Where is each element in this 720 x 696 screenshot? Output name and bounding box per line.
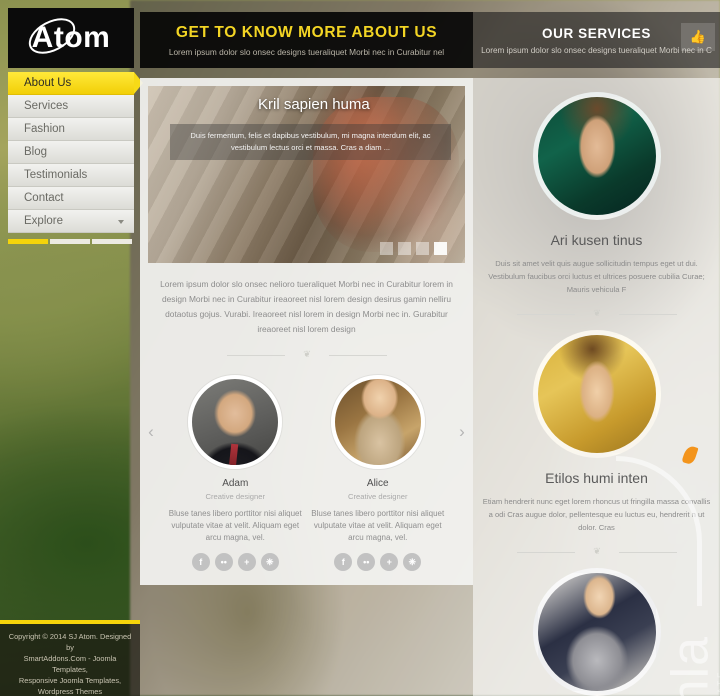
member-description: Bluse tanes libero porttitor nisi alique… bbox=[168, 509, 302, 542]
service-image bbox=[532, 92, 661, 220]
avatar bbox=[330, 375, 425, 469]
service-title: Etilos humi inten bbox=[545, 470, 648, 486]
sidebar-item-blog[interactable]: Blog bbox=[8, 141, 134, 164]
page-root: Atom About Us Services Fashion Blog Test… bbox=[0, 0, 720, 696]
copyright-line-1: Copyright © 2014 SJ Atom. Designed by bbox=[8, 632, 132, 652]
services-subtitle: Lorem ipsum dolor slo onsec designs tuer… bbox=[481, 45, 712, 55]
footer: Copyright © 2014 SJ Atom. Designed by Sm… bbox=[0, 620, 140, 696]
menu-label: Testimonials bbox=[24, 169, 88, 181]
copyright-line-4[interactable]: Wordpress Themes bbox=[6, 686, 134, 696]
about-us-header: GET TO KNOW MORE ABOUT US Lorem ipsum do… bbox=[140, 12, 473, 68]
team-member-card: Adam Creative designer Bluse tanes liber… bbox=[166, 375, 304, 571]
about-us-panel: GET TO KNOW MORE ABOUT US Lorem ipsum do… bbox=[140, 12, 473, 585]
services-body: Ari kusen tinus Duis sit amet velit quis… bbox=[473, 78, 720, 696]
section-divider: ❦ bbox=[226, 349, 387, 361]
menu-label: About Us bbox=[24, 77, 72, 89]
logo[interactable]: Atom bbox=[8, 8, 134, 68]
intro-paragraph: Lorem ipsum dolor slo onsec nelioro tuer… bbox=[160, 279, 453, 334]
service-image bbox=[532, 330, 661, 458]
page-title: GET TO KNOW MORE ABOUT US bbox=[175, 23, 438, 41]
service-image bbox=[532, 568, 661, 696]
facebook-icon[interactable]: f bbox=[334, 553, 353, 571]
hero-slider[interactable]: Kril sapien huma Duis fermentum, felis e… bbox=[148, 86, 465, 263]
service-card: Ari kusen tinus Duis sit amet velit quis… bbox=[479, 92, 714, 320]
section-divider: ❦ bbox=[516, 308, 677, 320]
slide-title: Kril sapien huma bbox=[258, 96, 370, 113]
copyright-line-2[interactable]: SmartAddons.Com - Joomla Templates, bbox=[6, 653, 134, 675]
member-name: Alice bbox=[366, 478, 389, 489]
sidebar-item-fashion[interactable]: Fashion bbox=[8, 118, 134, 141]
slider-pagination bbox=[380, 242, 447, 255]
services-panel: OUR SERVICES Lorem ipsum dolor slo onsec… bbox=[473, 12, 720, 696]
sidebar-item-contact[interactable]: Contact bbox=[8, 187, 134, 210]
slider-dot-3[interactable] bbox=[416, 242, 429, 255]
team-carousel: ‹ Adam Creative designer Bluse tanes lib… bbox=[148, 375, 465, 571]
main-menu: About Us Services Fashion Blog Testimoni… bbox=[8, 72, 143, 233]
menu-label: Explore bbox=[24, 215, 63, 227]
twitter-icon[interactable]: ❈ bbox=[260, 553, 279, 571]
slider-dot-4[interactable] bbox=[434, 242, 447, 255]
page-subtitle: Lorem ipsum dolor slo onsec designs tuer… bbox=[168, 46, 445, 57]
accent-bar-yellow bbox=[8, 239, 48, 244]
service-title: Ari kusen tinus bbox=[550, 232, 643, 248]
flickr-icon[interactable]: •• bbox=[357, 553, 376, 571]
slider-dot-2[interactable] bbox=[398, 242, 411, 255]
sidebar-item-services[interactable]: Services bbox=[8, 95, 134, 118]
section-divider: ❦ bbox=[516, 546, 677, 558]
sidebar: Atom About Us Services Fashion Blog Test… bbox=[0, 0, 143, 696]
sidebar-item-about-us[interactable]: About Us bbox=[8, 72, 143, 95]
menu-accent-bars bbox=[8, 239, 134, 244]
service-card: Etilos humi inten Etiam hendrerit nunc e… bbox=[479, 330, 714, 558]
accent-bar-light-2 bbox=[92, 239, 132, 244]
flickr-icon[interactable]: •• bbox=[214, 553, 233, 571]
slider-dot-1[interactable] bbox=[380, 242, 393, 255]
service-card: Fauti cibus mokin bbox=[479, 568, 714, 696]
member-social-list: f •• + ❈ bbox=[166, 553, 304, 571]
thumbs-up-icon[interactable]: 👍 bbox=[681, 23, 715, 51]
carousel-prev-arrow[interactable]: ‹ bbox=[144, 421, 158, 443]
services-title: OUR SERVICES bbox=[542, 25, 651, 41]
menu-label: Contact bbox=[24, 192, 64, 204]
slide-description: Duis fermentum, felis et dapibus vestibu… bbox=[170, 124, 451, 160]
member-name: Adam bbox=[222, 478, 249, 489]
accent-bar-light-1 bbox=[50, 239, 90, 244]
twitter-icon[interactable]: ❈ bbox=[403, 553, 422, 571]
member-social-list: f •• + ❈ bbox=[309, 553, 447, 571]
team-member-card: Alice Creative designer Bluse tanes libe… bbox=[309, 375, 447, 571]
google-plus-icon[interactable]: + bbox=[237, 553, 256, 571]
copyright-line-3[interactable]: Responsive Joomla Templates, bbox=[6, 675, 134, 686]
menu-label: Fashion bbox=[24, 123, 65, 135]
member-role: Creative designer bbox=[347, 492, 408, 501]
member-description: Bluse tanes libero porttitor nisi alique… bbox=[311, 509, 445, 542]
sidebar-item-testimonials[interactable]: Testimonials bbox=[8, 164, 134, 187]
carousel-next-arrow[interactable]: › bbox=[455, 421, 469, 443]
service-description: Etiam hendrerit nunc eget lorem rhoncus … bbox=[482, 497, 711, 532]
menu-label: Blog bbox=[24, 146, 48, 158]
chevron-down-icon bbox=[118, 220, 124, 224]
google-plus-icon[interactable]: + bbox=[380, 553, 399, 571]
facebook-icon[interactable]: f bbox=[191, 553, 210, 571]
avatar bbox=[188, 375, 283, 469]
logo-text: Atom bbox=[31, 21, 111, 54]
sidebar-item-explore[interactable]: Explore bbox=[8, 210, 134, 233]
member-role: Creative designer bbox=[205, 492, 265, 501]
service-description: Duis sit amet velit quis augue sollicitu… bbox=[488, 259, 705, 294]
services-header: OUR SERVICES Lorem ipsum dolor slo onsec… bbox=[473, 12, 720, 68]
menu-label: Services bbox=[24, 100, 69, 112]
about-us-body: Kril sapien huma Duis fermentum, felis e… bbox=[140, 78, 473, 585]
